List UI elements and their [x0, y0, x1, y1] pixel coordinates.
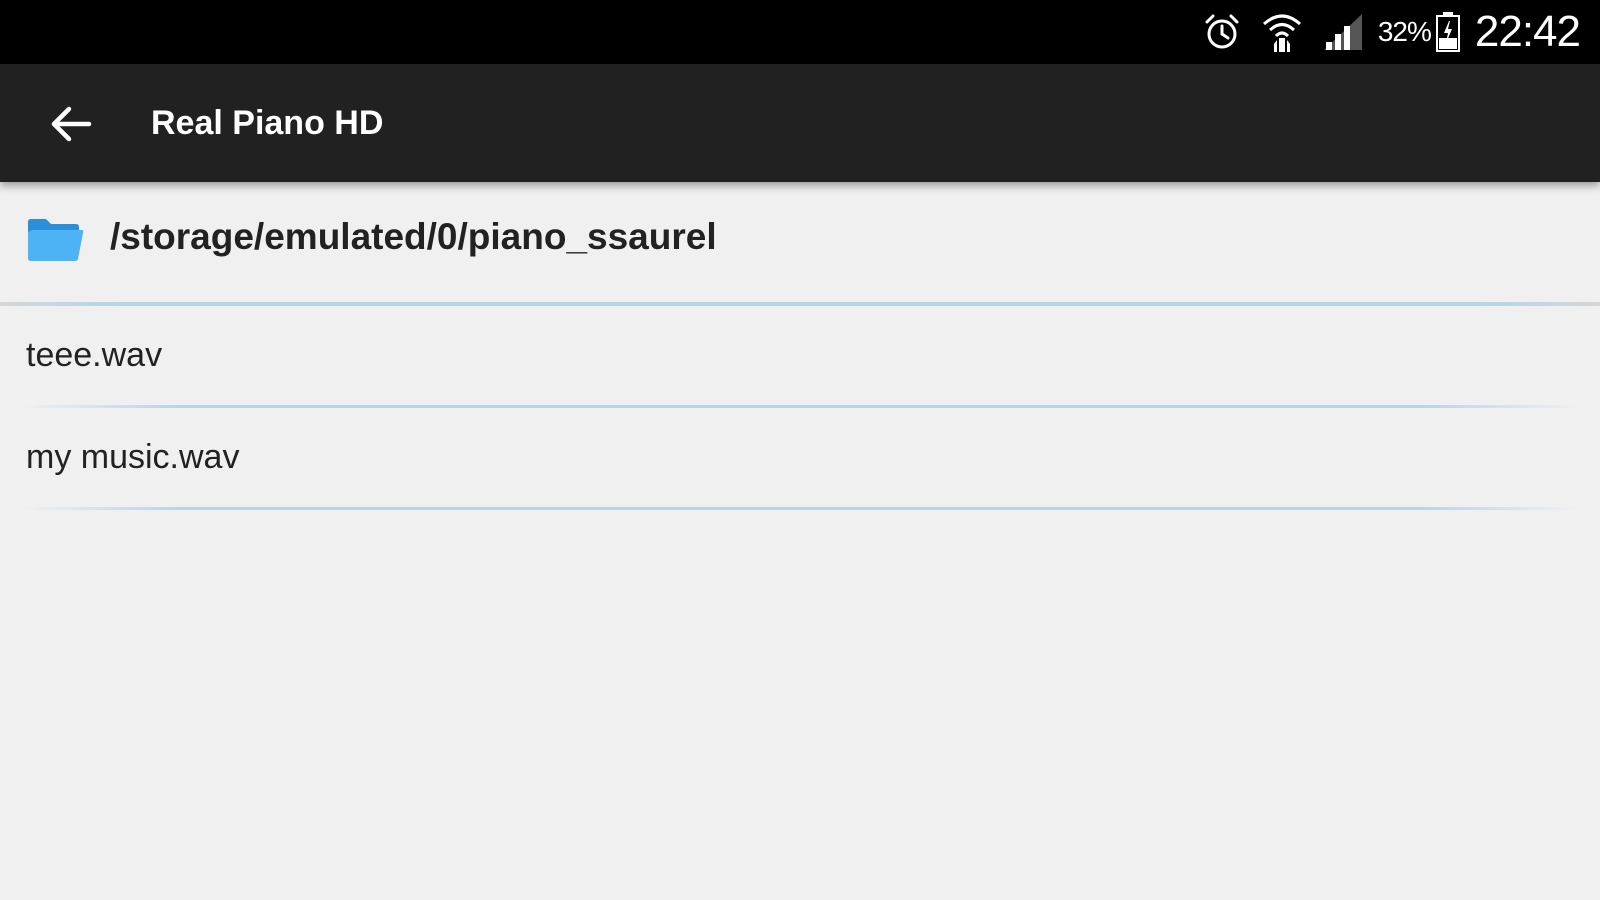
list-item[interactable]: my music.wav [0, 408, 1600, 510]
battery-percent: 32% [1377, 16, 1432, 47]
arrow-left-icon [49, 104, 93, 144]
status-icons: 32% 22:42 [1184, 0, 1581, 64]
directory-path: /storage/emulated/0/piano_ssaurel [110, 216, 717, 257]
signal-icon [1322, 12, 1364, 52]
list-item[interactable]: teee.wav [0, 306, 1600, 408]
alarm-icon [1202, 12, 1242, 52]
back-button[interactable] [38, 94, 104, 154]
file-name: teee.wav [26, 336, 163, 374]
directory-header: /storage/emulated/0/piano_ssaurel [0, 182, 1600, 304]
list-divider [22, 507, 1578, 510]
app-bar: Real Piano HD [0, 64, 1600, 182]
status-bar: 32% 22:42 [0, 0, 1600, 64]
file-name: my music.wav [26, 438, 240, 476]
battery-icon [1435, 11, 1461, 53]
folder-icon [26, 218, 84, 262]
screen: 32% 22:42 Real Piano HD /storage/emulate… [0, 0, 1600, 900]
app-title: Real Piano HD [151, 104, 384, 142]
file-list: teee.wav my music.wav [0, 306, 1600, 510]
wifi-icon [1260, 10, 1304, 54]
clock: 22:42 [1474, 7, 1581, 56]
